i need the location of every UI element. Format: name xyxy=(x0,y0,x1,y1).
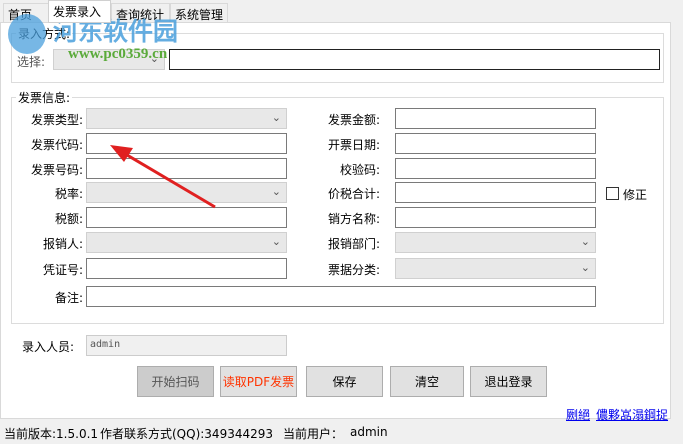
arrow-head-icon xyxy=(110,145,133,162)
tab-2[interactable]: 发票录入 xyxy=(48,0,111,23)
red-arrow-annotation xyxy=(110,145,216,209)
arrow-shaft xyxy=(121,150,216,209)
